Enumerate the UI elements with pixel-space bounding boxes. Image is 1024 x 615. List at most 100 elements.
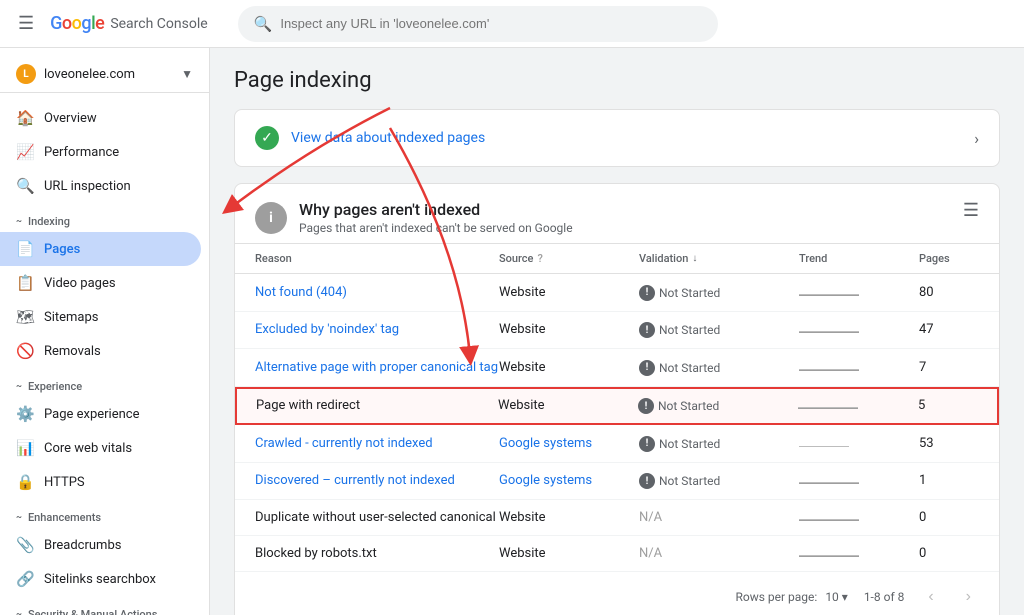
table-row: Alternative page with proper canonical t…	[235, 349, 999, 387]
not-started-icon: !	[639, 322, 655, 338]
removals-icon: 🚫	[16, 342, 34, 360]
table-row: Discovered – currently not indexed Googl…	[235, 463, 999, 501]
reason-cell[interactable]: Alternative page with proper canonical t…	[255, 360, 499, 375]
sidebar-item-page-experience[interactable]: ⚙️ Page experience	[0, 397, 201, 431]
table-row: Excluded by 'noindex' tag Website ! Not …	[235, 312, 999, 350]
account-selector[interactable]: L loveonelee.com ▼	[0, 56, 209, 93]
reason-cell: Page with redirect	[256, 398, 498, 413]
search-input[interactable]	[280, 16, 701, 31]
indexing-section-label[interactable]: Indexing	[0, 203, 209, 232]
pages-cell: 0	[919, 546, 979, 561]
account-icon: L	[16, 64, 36, 84]
sidebar-item-sitelinks-searchbox[interactable]: 🔗 Sitelinks searchbox	[0, 562, 201, 596]
reason-cell[interactable]: Excluded by 'noindex' tag	[255, 322, 499, 337]
sidebar-item-sitemaps[interactable]: 🗺 Sitemaps	[0, 300, 201, 334]
video-pages-icon: 📋	[16, 274, 34, 292]
performance-icon: 📈	[16, 143, 34, 161]
enhancements-section-label[interactable]: Enhancements	[0, 499, 209, 528]
source-cell: Website	[499, 360, 639, 375]
content-area: Page indexing ✓ View data about indexed …	[210, 48, 1024, 615]
pagination-info: 1-8 of 8	[864, 590, 905, 604]
why-card-title: Why pages aren't indexed	[299, 200, 573, 219]
search-icon: 🔍	[254, 15, 273, 33]
logo-g: G	[50, 13, 62, 34]
logo: Google Search Console	[50, 13, 208, 34]
not-started-badge: ! Not Started	[639, 322, 720, 338]
sidebar-item-breadcrumbs[interactable]: 📎 Breadcrumbs	[0, 528, 201, 562]
sidebar-item-video-pages[interactable]: 📋 Video pages	[0, 266, 201, 300]
sidebar-item-url-inspection[interactable]: 🔍 URL inspection	[0, 169, 201, 203]
sidebar-label-video-pages: Video pages	[44, 276, 116, 291]
trend-line	[799, 482, 859, 484]
why-card-titles: Why pages aren't indexed Pages that aren…	[299, 200, 573, 235]
reason-cell: Blocked by robots.txt	[255, 546, 499, 561]
sidebar-label-overview: Overview	[44, 111, 97, 126]
sidebar-item-pages[interactable]: 📄 Pages	[0, 232, 201, 266]
sidebar-item-overview[interactable]: 🏠 Overview	[0, 101, 201, 135]
table-header: Reason Source ? Validation ↓ Trend Pages	[235, 244, 999, 274]
not-started-icon: !	[639, 285, 655, 301]
trend-line	[799, 294, 859, 296]
not-started-badge: ! Not Started	[639, 285, 720, 301]
table-row: Crawled - currently not indexed Google s…	[235, 425, 999, 463]
sidebar-label-pages: Pages	[44, 242, 80, 257]
validation-cell: ! Not Started	[639, 322, 799, 339]
source-cell: Website	[499, 510, 639, 525]
reason-cell[interactable]: Discovered – currently not indexed	[255, 473, 499, 488]
pages-cell: 1	[919, 473, 979, 488]
why-card-header: i Why pages aren't indexed Pages that ar…	[235, 184, 999, 244]
url-search-bar[interactable]: 🔍	[238, 6, 718, 42]
page-experience-icon: ⚙️	[16, 405, 34, 423]
not-started-badge: ! Not Started	[639, 360, 720, 376]
sidebar: L loveonelee.com ▼ 🏠 Overview 📈 Performa…	[0, 48, 210, 615]
account-dropdown-icon: ▼	[181, 67, 193, 81]
validation-cell: ! Not Started	[639, 435, 799, 452]
pagination-prev-button[interactable]: ‹	[920, 584, 941, 610]
core-web-vitals-icon: 📊	[16, 439, 34, 457]
source-cell: Website	[499, 546, 639, 561]
sitelinks-icon: 🔗	[16, 570, 34, 588]
sidebar-label-breadcrumbs: Breadcrumbs	[44, 538, 121, 553]
rows-per-page-label: Rows per page: 10 ▾	[735, 590, 847, 604]
filter-icon[interactable]: ☰	[963, 200, 979, 221]
trend-line	[799, 369, 859, 371]
sidebar-item-core-web-vitals[interactable]: 📊 Core web vitals	[0, 431, 201, 465]
table-footer: Rows per page: 10 ▾ 1-8 of 8 ‹ ›	[235, 572, 999, 615]
trend-line	[799, 446, 849, 447]
sidebar-item-removals[interactable]: 🚫 Removals	[0, 334, 201, 368]
sitemaps-icon: 🗺	[16, 308, 34, 326]
sidebar-item-performance[interactable]: 📈 Performance	[0, 135, 201, 169]
trend-line	[799, 331, 859, 333]
rows-per-page-selector[interactable]: 10 ▾	[825, 590, 848, 604]
not-started-badge: ! Not Started	[638, 398, 719, 414]
col-header-validation[interactable]: Validation ↓	[639, 252, 799, 265]
table-row-highlighted: Page with redirect Website ! Not Started…	[235, 387, 999, 426]
url-inspection-icon: 🔍	[16, 177, 34, 195]
table-row: Duplicate without user-selected canonica…	[235, 500, 999, 536]
source-help-icon[interactable]: ?	[537, 252, 542, 265]
sidebar-label-removals: Removals	[44, 344, 101, 359]
security-section-label[interactable]: Security & Manual Actions	[0, 596, 209, 615]
experience-section-label[interactable]: Experience	[0, 368, 209, 397]
topbar: ☰ Google Search Console 🔍	[0, 0, 1024, 48]
why-card-subtitle: Pages that aren't indexed can't be serve…	[299, 221, 573, 235]
reason-cell[interactable]: Not found (404)	[255, 285, 499, 300]
https-icon: 🔒	[16, 473, 34, 491]
source-cell: Google systems	[499, 473, 639, 488]
pagination-next-button[interactable]: ›	[958, 584, 979, 610]
menu-icon[interactable]: ☰	[12, 7, 40, 40]
trend-line	[798, 407, 858, 409]
indexed-banner-text: View data about indexed pages	[291, 130, 485, 146]
green-check-icon: ✓	[255, 126, 279, 150]
trend-cell	[799, 322, 919, 337]
na-label: N/A	[639, 546, 662, 561]
sidebar-label-page-experience: Page experience	[44, 407, 140, 422]
indexed-banner[interactable]: ✓ View data about indexed pages ›	[235, 110, 999, 166]
pages-cell: 80	[919, 285, 979, 300]
sidebar-item-https[interactable]: 🔒 HTTPS	[0, 465, 201, 499]
trend-cell	[799, 473, 919, 488]
source-cell: Google systems	[499, 436, 639, 451]
reason-cell[interactable]: Crawled - currently not indexed	[255, 436, 499, 451]
sidebar-label-performance: Performance	[44, 145, 119, 160]
why-pages-card: i Why pages aren't indexed Pages that ar…	[234, 183, 1000, 615]
